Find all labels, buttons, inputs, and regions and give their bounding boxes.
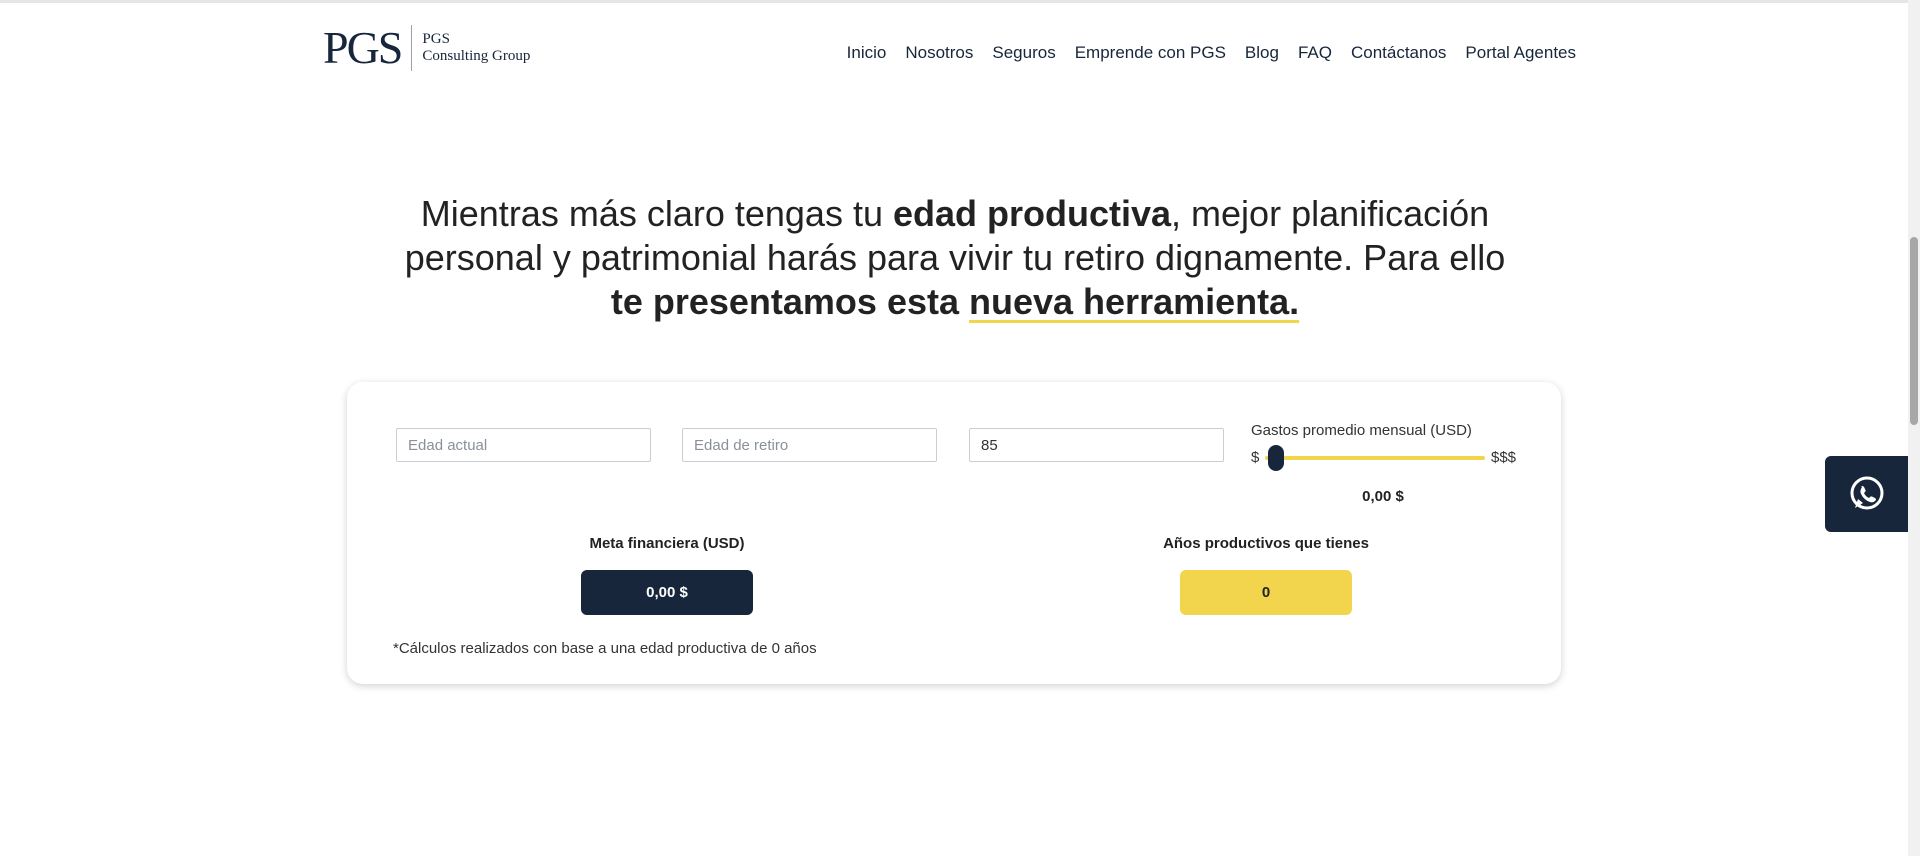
headline-bold-1: edad productiva <box>892 193 1172 234</box>
goal-value-box: 0,00 $ <box>581 570 753 615</box>
site-header: PGS PGS Consulting Group Inicio Nosotros… <box>0 3 1908 95</box>
retirement-age-input[interactable] <box>682 428 937 462</box>
slider-title: Gastos promedio mensual (USD) <box>1251 422 1472 439</box>
headline-bold-2: te presentamos esta <box>610 281 969 322</box>
slider-row: $ $$$ <box>1251 445 1531 471</box>
slider-track[interactable] <box>1265 456 1485 460</box>
logo-line-1: PGS <box>422 31 450 47</box>
productive-years-label: Años productivos que tienes <box>1163 535 1369 552</box>
life-expectancy-input[interactable] <box>969 428 1224 462</box>
main-nav: Inicio Nosotros Seguros Emprende con PGS… <box>828 43 1576 63</box>
nav-inicio[interactable]: Inicio <box>847 43 887 63</box>
page-scrollbar[interactable] <box>1908 0 1920 856</box>
slider-min-label: $ <box>1251 449 1260 466</box>
nav-emprende[interactable]: Emprende con PGS <box>1075 43 1226 63</box>
retirement-calculator: Gastos promedio mensual (USD) $ $$$ 0,00… <box>347 382 1561 684</box>
nav-nosotros[interactable]: Nosotros <box>905 43 973 63</box>
monthly-expenses-slider-block: Gastos promedio mensual (USD) $ $$$ 0,00… <box>1251 422 1531 505</box>
nav-faq[interactable]: FAQ <box>1298 43 1332 63</box>
nav-contactanos[interactable]: Contáctanos <box>1351 43 1446 63</box>
slider-thumb[interactable] <box>1268 445 1284 471</box>
site-logo[interactable]: PGS PGS Consulting Group <box>323 25 530 71</box>
logo-divider <box>411 25 413 71</box>
slider-max-label: $$$ <box>1491 449 1517 466</box>
logo-text: PGS Consulting Group <box>422 31 530 65</box>
goal-label: Meta financiera (USD) <box>589 535 745 552</box>
headline-highlight: nueva herramienta. <box>969 281 1300 322</box>
nav-portal-agentes[interactable]: Portal Agentes <box>1465 43 1576 63</box>
nav-blog[interactable]: Blog <box>1245 43 1279 63</box>
logo-mark: PGS <box>323 22 403 73</box>
scrollbar-thumb[interactable] <box>1910 237 1918 425</box>
slider-value: 0,00 $ <box>1362 488 1404 505</box>
calculation-footnote: *Cálculos realizados con base a una edad… <box>393 640 817 657</box>
productive-years-box: 0 <box>1180 570 1352 615</box>
nav-seguros[interactable]: Seguros <box>992 43 1055 63</box>
logo-line-2: Consulting Group <box>422 48 531 64</box>
headline-part-1: Mientras más claro tengas tu <box>420 193 893 234</box>
whatsapp-button[interactable] <box>1825 456 1909 532</box>
whatsapp-icon <box>1850 476 1884 510</box>
current-age-input[interactable] <box>396 428 651 462</box>
headline: Mientras más claro tengas tu edad produc… <box>400 192 1510 324</box>
